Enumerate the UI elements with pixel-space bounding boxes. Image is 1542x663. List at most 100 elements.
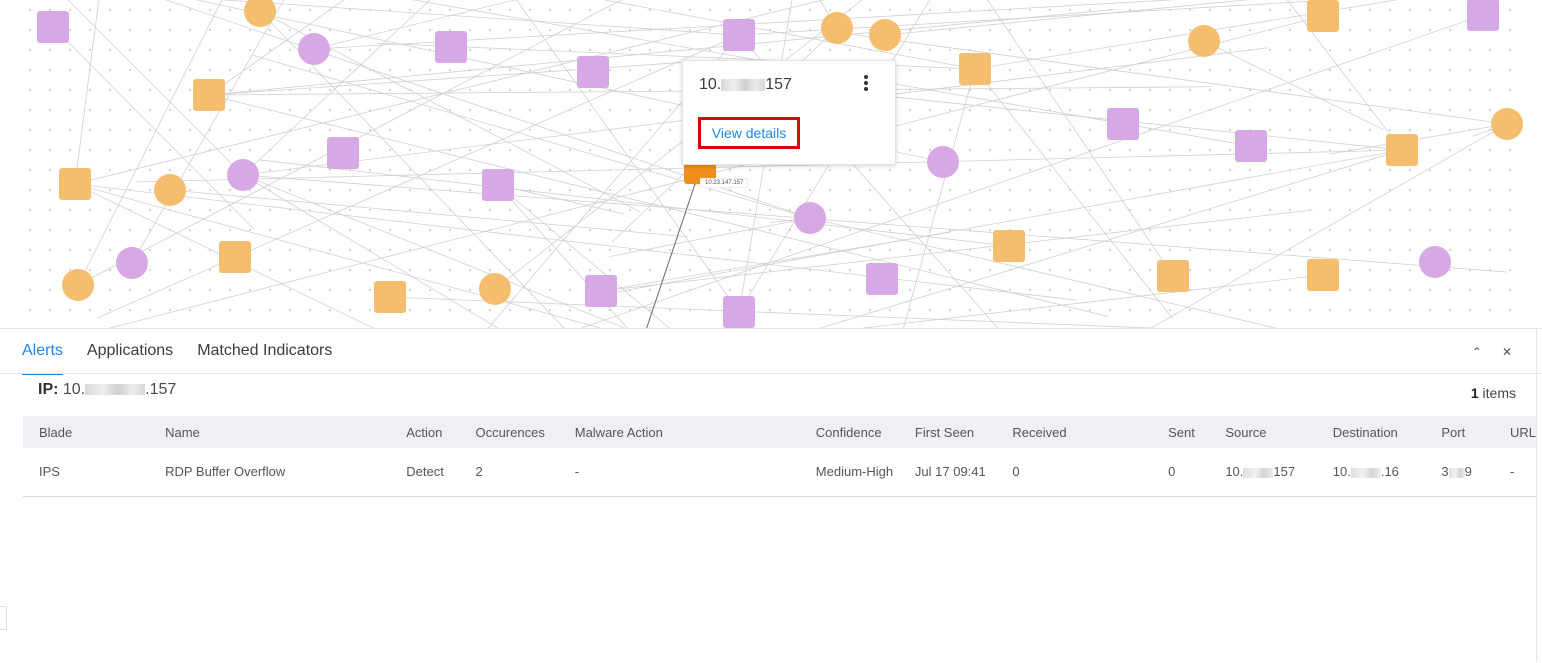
redacted-block (1448, 467, 1465, 478)
popup-ip: 10. 157 (699, 76, 792, 94)
graph-node-square[interactable] (993, 230, 1025, 262)
graph-node-circle[interactable] (1491, 108, 1523, 140)
col-destination[interactable]: Destination (1317, 416, 1426, 448)
graph-node-circle[interactable] (794, 202, 826, 234)
graph-node-circle[interactable] (927, 146, 959, 178)
cell-sent: 0 (1168, 464, 1176, 480)
graph-node-square[interactable] (723, 296, 755, 328)
popup-ip-prefix: 10. (699, 76, 722, 93)
details-panel: Alerts Applications Matched Indicators ⌃… (0, 328, 1542, 663)
col-blade[interactable]: Blade (23, 416, 149, 448)
cell-first-seen: Jul 17 09:41 (914, 464, 986, 480)
redacted-block (85, 384, 146, 396)
panel-tabs: Alerts Applications Matched Indicators (22, 329, 356, 375)
cell-action: Detect (406, 464, 444, 480)
items-count-label: items (1482, 385, 1516, 401)
graph-node-square[interactable] (327, 137, 359, 169)
graph-node-circle[interactable] (869, 19, 901, 51)
col-source[interactable]: Source (1209, 416, 1316, 448)
col-port[interactable]: Port (1425, 416, 1494, 448)
col-confidence[interactable]: Confidence (800, 416, 899, 448)
graph-node-square[interactable] (482, 169, 514, 201)
graph-node-circle[interactable] (1419, 246, 1451, 278)
cell-confidence: Medium-High (815, 464, 894, 480)
cell-port: 39 (1425, 448, 1494, 496)
graph-node-circle[interactable] (298, 33, 330, 65)
tabs-divider (0, 373, 1542, 374)
table-row[interactable]: IPS RDP Buffer Overflow Detect 2 - Mediu… (23, 448, 1536, 496)
chevron-up-icon[interactable]: ⌃ (1472, 345, 1482, 359)
ip-filter: IP: 10. .157 (38, 381, 176, 399)
items-count-value: 1 (1470, 385, 1479, 401)
col-sent[interactable]: Sent (1152, 416, 1209, 448)
source-prefix: 10. (1225, 464, 1244, 480)
table-header-row: Blade Name Action Occurences Malware Act… (23, 416, 1536, 448)
col-first-seen[interactable]: First Seen (899, 416, 997, 448)
ip-filter-suffix: .157 (145, 381, 177, 398)
popup-ip-suffix: 157 (765, 76, 792, 93)
port-suffix: 9 (1464, 464, 1472, 480)
col-received[interactable]: Received (996, 416, 1152, 448)
graph-node-square[interactable] (374, 281, 406, 313)
port-prefix: 3 (1441, 464, 1449, 480)
view-details-link[interactable]: View details (698, 117, 800, 149)
network-graph[interactable]: 10.23.147.157 10. 157 View details (0, 0, 1542, 328)
graph-node-square[interactable] (1467, 0, 1499, 31)
cell-received: 0 (1012, 464, 1020, 480)
graph-node-square[interactable] (1307, 259, 1339, 291)
col-occurences[interactable]: Occurences (459, 416, 558, 448)
graph-node-square[interactable] (723, 19, 755, 51)
alerts-table: Blade Name Action Occurences Malware Act… (23, 416, 1536, 497)
redacted-block (721, 78, 766, 91)
items-count: 1 items (1471, 385, 1516, 401)
graph-node-square[interactable] (959, 53, 991, 85)
graph-node-square[interactable] (1307, 0, 1339, 32)
col-action[interactable]: Action (390, 416, 459, 448)
side-drawer-handle[interactable] (0, 606, 7, 630)
tab-alerts[interactable]: Alerts (22, 329, 63, 375)
ip-filter-prefix: 10. (62, 381, 86, 398)
graph-node-square[interactable] (577, 56, 609, 88)
close-icon[interactable]: ✕ (1502, 345, 1512, 359)
graph-node-square[interactable] (37, 11, 69, 43)
graph-node-square[interactable] (866, 263, 898, 295)
graph-node-square[interactable] (1386, 134, 1418, 166)
cell-url: - (1509, 464, 1515, 480)
col-name[interactable]: Name (149, 416, 390, 448)
redacted-block (1350, 467, 1381, 478)
cell-blade: IPS (39, 464, 60, 480)
cell-occurences: 2 (475, 464, 483, 480)
graph-node-circle[interactable] (1188, 25, 1220, 57)
cell-source: 10. 157 (1209, 448, 1316, 496)
graph-node-circle[interactable] (227, 159, 259, 191)
graph-node-square[interactable] (1235, 130, 1267, 162)
graph-node-circle[interactable] (116, 247, 148, 279)
graph-node-circle[interactable] (154, 174, 186, 206)
graph-node-square[interactable] (193, 79, 225, 111)
redacted-block (1243, 467, 1274, 478)
more-vertical-icon[interactable] (863, 75, 869, 93)
ip-filter-label: IP: (38, 381, 59, 398)
graph-node-square[interactable] (1107, 108, 1139, 140)
selected-node-label: 10.23.147.157 (700, 178, 749, 188)
panel-right-border (1536, 328, 1537, 662)
graph-node-square[interactable] (435, 31, 467, 63)
cell-name: RDP Buffer Overflow (165, 464, 286, 480)
cell-destination: 10. .16 (1317, 448, 1426, 496)
cell-malware-action: - (574, 464, 580, 480)
graph-node-circle[interactable] (62, 269, 94, 301)
graph-node-circle[interactable] (821, 12, 853, 44)
graph-node-square[interactable] (1157, 260, 1189, 292)
tab-matched-indicators[interactable]: Matched Indicators (197, 329, 332, 373)
graph-node-square[interactable] (59, 168, 91, 200)
destination-prefix: 10. (1332, 464, 1351, 480)
tab-applications[interactable]: Applications (87, 329, 173, 373)
node-popup: 10. 157 View details (682, 60, 896, 165)
graph-node-square[interactable] (585, 275, 617, 307)
col-url[interactable]: URL (1494, 416, 1536, 448)
source-suffix: 157 (1273, 464, 1296, 480)
graph-node-circle[interactable] (479, 273, 511, 305)
col-malware-action[interactable]: Malware Action (559, 416, 800, 448)
graph-node-square[interactable] (219, 241, 251, 273)
destination-suffix: .16 (1380, 464, 1399, 480)
